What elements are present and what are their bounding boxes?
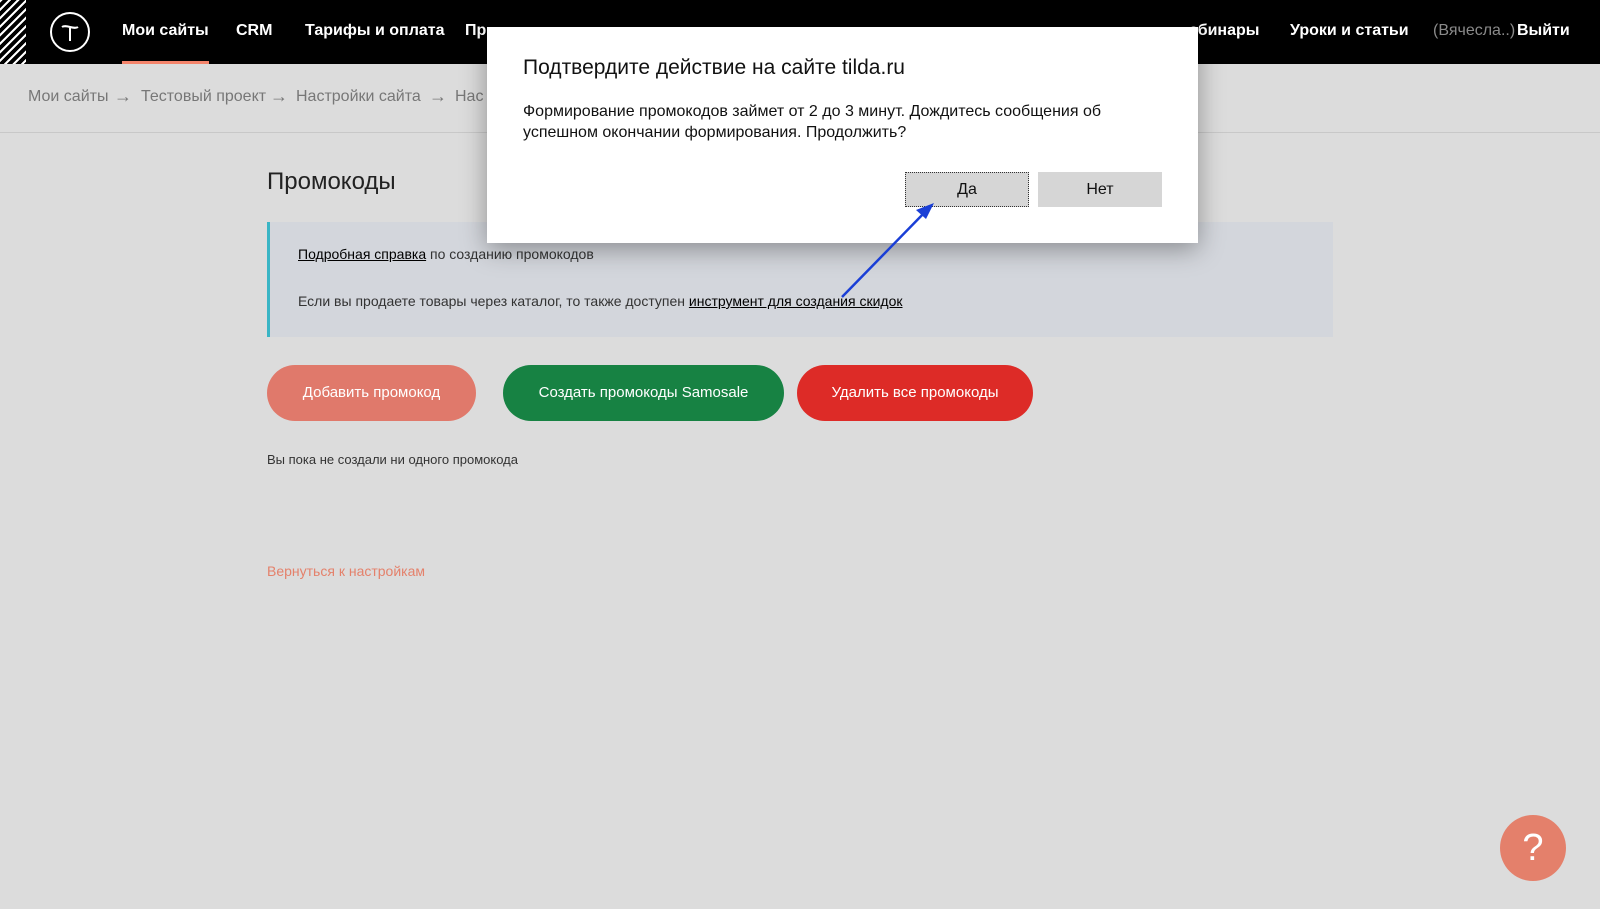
empty-state-text: Вы пока не создали ни одного промокода <box>267 452 518 467</box>
breadcrumb-separator: → <box>114 86 132 106</box>
breadcrumb-my-sites[interactable]: Мои сайты <box>28 88 108 106</box>
nav-webinars[interactable]: ебинары <box>1189 0 1259 64</box>
back-to-settings-link[interactable]: Вернуться к настройкам <box>267 563 425 579</box>
create-samosale-promocodes-button[interactable]: Создать промокоды Samosale <box>503 365 784 421</box>
breadcrumb-project[interactable]: Тестовый проект <box>141 88 266 106</box>
confirm-dialog: Подтвердите действие на сайте tilda.ru Ф… <box>487 27 1198 243</box>
add-promocode-button[interactable]: Добавить промокод <box>267 365 476 421</box>
nav-user-name[interactable]: (Вячесла..) <box>1433 0 1515 64</box>
nav-tariffs[interactable]: Тарифы и оплата <box>305 0 445 64</box>
info-line-help: Подробная справка по созданию промокодов <box>298 246 594 262</box>
info-line-help-text: по созданию промокодов <box>426 246 594 262</box>
help-link[interactable]: Подробная справка <box>298 246 426 262</box>
breadcrumb-separator: → <box>429 86 447 106</box>
breadcrumb-current[interactable]: Нас <box>455 88 483 106</box>
nav-lessons[interactable]: Уроки и статьи <box>1290 0 1409 64</box>
nav-crm[interactable]: CRM <box>236 0 272 64</box>
nav-profile[interactable]: Пр <box>465 0 486 64</box>
question-mark-icon[interactable]: ? <box>1500 815 1566 881</box>
dialog-no-button[interactable]: Нет <box>1038 172 1162 207</box>
delete-all-promocodes-button[interactable]: Удалить все промокоды <box>797 365 1033 421</box>
breadcrumb-separator: → <box>270 86 288 106</box>
decorative-pattern <box>0 0 26 64</box>
nav-logout[interactable]: Выйти <box>1517 0 1570 64</box>
dialog-yes-button[interactable]: Да <box>905 172 1029 207</box>
breadcrumb-site-settings[interactable]: Настройки сайта <box>296 88 421 106</box>
info-line-discounts-text: Если вы продаете товары через каталог, т… <box>298 293 689 309</box>
nav-my-sites[interactable]: Мои сайты <box>122 0 209 64</box>
page-title: Промокоды <box>267 168 396 195</box>
info-line-discounts: Если вы продаете товары через каталог, т… <box>298 293 903 309</box>
dialog-message: Формирование промокодов займет от 2 до 3… <box>523 103 1102 141</box>
discount-tool-link[interactable]: инструмент для создания скидок <box>689 293 903 309</box>
dialog-title: Подтвердите действие на сайте tilda.ru <box>523 56 905 79</box>
tilda-logo-icon[interactable] <box>50 12 90 52</box>
